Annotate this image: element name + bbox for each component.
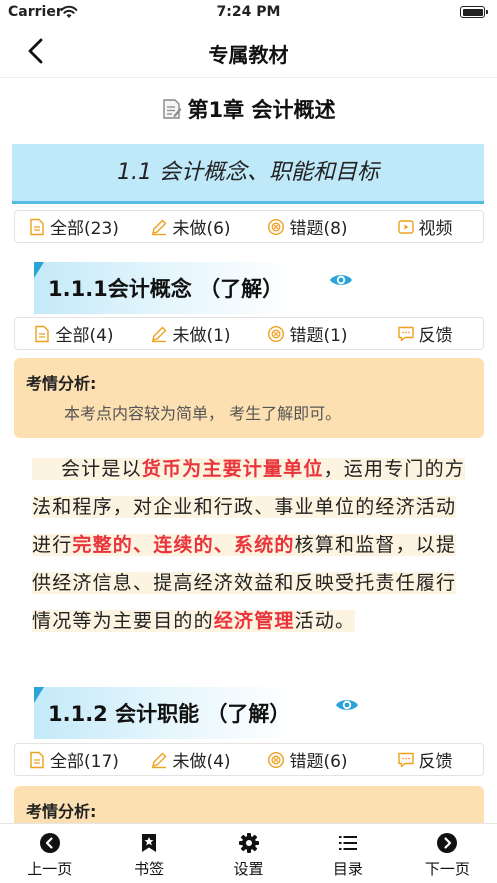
filter-wrong-label: 错题(1)	[289, 326, 348, 346]
subsection-title-1: 1.1.1会计概念 （了解）	[34, 262, 296, 314]
status-bar: Carrier 7:24 PM	[0, 0, 497, 26]
bookmark-button[interactable]: 书签	[99, 824, 198, 883]
next-page-label: 下一页	[424, 860, 470, 878]
section-banner: 1.1 会计概念、职能和目标	[12, 144, 484, 204]
filter-all[interactable]: 全部(17)	[15, 747, 132, 772]
settings-label: 设置	[233, 860, 264, 878]
filter-undone[interactable]: 未做(1)	[132, 321, 249, 346]
exam-analysis-text: 本考点内容较为简单， 考生了解即可。	[64, 404, 342, 423]
filter-feedback-label: 反馈	[418, 326, 453, 346]
prev-page-label: 上一页	[27, 860, 73, 878]
pencil-icon	[152, 326, 167, 342]
prev-page-icon	[39, 833, 60, 853]
filter-all-label: 全部(17)	[50, 752, 119, 772]
filter-feedback[interactable]: 反馈	[366, 747, 483, 772]
subsection-1-filter-bar: 全部(4) 未做(1) 错题(1) 反馈	[14, 317, 484, 350]
paragraph-text-4: 活动。	[294, 610, 356, 632]
filter-wrong-label: 错题(8)	[289, 219, 348, 239]
content-paragraph: 会计是以货币为主要计量单位，运用专门的方法和程序，对企业和行政、事业单位的经济活…	[32, 450, 468, 640]
subsection-2-filter-bar: 全部(17) 未做(4) 错题(6) 反馈	[14, 743, 484, 776]
highlight-text: 经济管理	[213, 610, 295, 632]
document-icon	[35, 325, 50, 342]
pencil-icon	[152, 752, 167, 768]
prev-page-button[interactable]: 上一页	[0, 824, 99, 883]
filter-undone[interactable]: 未做(6)	[132, 214, 249, 239]
error-icon	[268, 751, 285, 768]
bookmark-label: 书签	[134, 860, 165, 878]
filter-feedback[interactable]: 反馈	[366, 321, 483, 346]
filter-wrong-label: 错题(6)	[289, 752, 348, 772]
settings-gear-icon	[238, 833, 259, 853]
exam-analysis-label: 考情分析:	[26, 374, 97, 393]
title-tab-decoration	[34, 687, 44, 703]
chapter-title: 第1章 会计概述	[187, 98, 336, 122]
filter-undone-label: 未做(4)	[172, 752, 231, 772]
filter-wrong[interactable]: 错题(8)	[249, 214, 366, 239]
filter-all[interactable]: 全部(23)	[15, 214, 132, 239]
settings-button[interactable]: 设置	[199, 824, 298, 883]
error-icon	[268, 218, 285, 235]
title-tab-decoration	[34, 262, 44, 278]
clock-time: 7:24 PM	[216, 4, 281, 20]
battery-icon	[460, 6, 488, 18]
exam-analysis-label: 考情分析:	[26, 802, 97, 821]
page-title: 专属教材	[208, 43, 289, 67]
filter-undone-label: 未做(6)	[172, 219, 231, 239]
chapter-heading: 第1章 会计概述	[0, 94, 497, 126]
filter-all-label: 全部(4)	[55, 326, 114, 346]
bookmark-icon	[142, 834, 157, 852]
subsection-title-2-text: 1.1.2 会计职能 （了解）	[48, 702, 291, 726]
paragraph-text: 会计是以货币为主要计量单位，运用专门的方法和程序，对企业和行政、事业单位的经济活…	[32, 458, 465, 632]
document-icon	[30, 218, 44, 235]
highlight-text: 货币为主要计量单位	[141, 458, 324, 480]
next-page-icon	[437, 833, 458, 853]
catalog-list-icon	[338, 836, 357, 850]
eye-icon[interactable]	[335, 697, 359, 713]
filter-all[interactable]: 全部(4)	[15, 321, 132, 346]
subsection-title-2: 1.1.2 会计职能 （了解）	[34, 687, 296, 739]
filter-undone-label: 未做(1)	[172, 326, 231, 346]
filter-undone[interactable]: 未做(4)	[132, 747, 249, 772]
bottom-toolbar: 上一页 书签 设置 目录 下一页	[0, 823, 497, 883]
filter-feedback-label: 反馈	[418, 752, 453, 772]
video-icon	[397, 219, 414, 234]
error-icon	[268, 325, 285, 342]
exam-analysis-box: 考情分析: 本考点内容较为简单， 考生了解即可。	[14, 358, 484, 438]
eye-icon[interactable]	[329, 272, 353, 288]
next-page-button[interactable]: 下一页	[398, 824, 497, 883]
section-filter-bar: 全部(23) 未做(6) 错题(8) 视频	[14, 210, 484, 243]
filter-video-label: 视频	[418, 219, 453, 239]
pencil-icon	[152, 219, 167, 235]
filter-all-label: 全部(23)	[50, 219, 119, 239]
filter-video[interactable]: 视频	[366, 214, 483, 239]
catalog-button[interactable]: 目录	[298, 824, 397, 883]
feedback-icon	[397, 752, 414, 767]
document-edit-icon	[162, 99, 182, 119]
catalog-label: 目录	[332, 860, 363, 878]
highlight-text: 完整的、连续的、系统的	[72, 534, 295, 556]
navigation-bar: 专属教材	[0, 26, 497, 78]
feedback-icon	[397, 326, 414, 341]
filter-wrong[interactable]: 错题(6)	[249, 747, 366, 772]
filter-wrong[interactable]: 错题(1)	[249, 321, 366, 346]
document-icon	[30, 751, 44, 768]
paragraph-text-1: 会计是以	[60, 458, 142, 480]
subsection-title-1-text: 1.1.1会计概念 （了解）	[48, 277, 284, 301]
